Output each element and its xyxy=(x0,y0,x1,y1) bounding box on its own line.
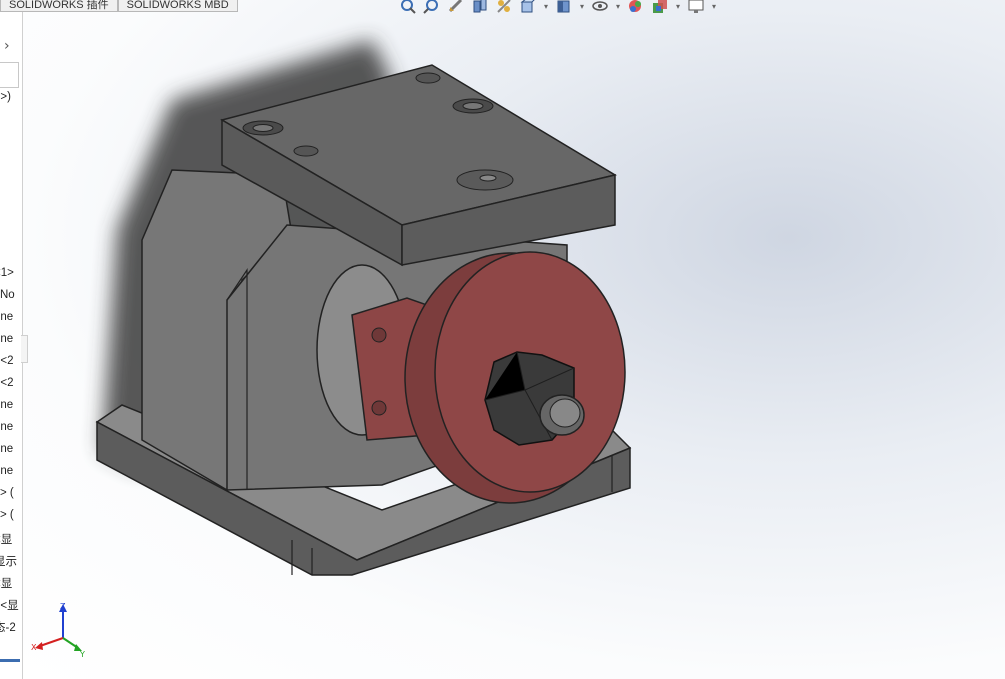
panel-collapse-handle[interactable] xyxy=(21,335,28,363)
hide-show-items-icon[interactable] xyxy=(590,0,610,16)
tree-filter-box[interactable] xyxy=(0,62,19,88)
command-manager-tabs: SOLIDWORKS 插件 SOLIDWORKS MBD xyxy=(0,0,238,12)
tree-row[interactable]: 显示 xyxy=(0,553,17,569)
previous-view-icon[interactable] xyxy=(446,0,466,16)
graphics-viewport[interactable] xyxy=(22,0,1005,679)
reference-triad: Z X Y xyxy=(31,602,85,659)
triad-x-label: X xyxy=(31,643,37,652)
chevron-down-icon[interactable]: ▾ xyxy=(614,0,622,16)
view-orientation-icon[interactable] xyxy=(518,0,538,16)
horizontal-scrollbar[interactable] xyxy=(0,659,20,662)
chevron-down-icon[interactable]: ▾ xyxy=(674,0,682,16)
chevron-down-icon[interactable]: ▾ xyxy=(578,0,586,16)
zoom-to-area-icon[interactable] xyxy=(422,0,442,16)
tree-row[interactable]: <显 xyxy=(0,531,12,547)
tree-row[interactable]: one xyxy=(0,399,13,411)
tree-row[interactable]: e<显 xyxy=(0,597,19,613)
tab-solidworks-addins[interactable]: SOLIDWORKS 插件 xyxy=(0,0,118,12)
tree-row[interactable]: 0<2 xyxy=(0,377,14,389)
tree-row[interactable]: <1> xyxy=(0,267,14,279)
triad-z-label: Z xyxy=(60,602,66,611)
tree-row[interactable]: 1>) xyxy=(0,91,11,103)
3d-model-assembly[interactable] xyxy=(22,0,1005,679)
tree-row[interactable]: one xyxy=(0,333,13,345)
tree-row[interactable]: 态-2 xyxy=(0,619,16,635)
section-view-icon[interactable] xyxy=(470,0,490,16)
tree-row[interactable]: > ( xyxy=(0,509,14,521)
feature-manager-tree-panel: › 1>) <1> No one one 0<2 0<2 one one one… xyxy=(0,0,23,679)
display-style-icon[interactable] xyxy=(554,0,574,16)
tree-row[interactable]: one xyxy=(0,311,13,323)
triad-y-label: Y xyxy=(79,650,85,659)
view-settings-icon[interactable] xyxy=(686,0,706,16)
chevron-down-icon[interactable]: ▾ xyxy=(542,0,550,16)
heads-up-view-toolbar: ▾ ▾ ▾ ▾ ▾ xyxy=(398,0,718,16)
zoom-to-fit-icon[interactable] xyxy=(398,0,418,16)
tree-row[interactable]: <显 xyxy=(0,575,12,591)
tree-row[interactable]: > ( xyxy=(0,487,14,499)
apply-scene-icon[interactable] xyxy=(650,0,670,16)
chevron-down-icon[interactable]: ▾ xyxy=(710,0,718,16)
dynamic-annotation-icon[interactable] xyxy=(494,0,514,16)
chevron-right-icon[interactable]: › xyxy=(4,38,10,54)
tree-row[interactable]: 0<2 xyxy=(0,355,14,367)
tree-row[interactable]: one xyxy=(0,443,13,455)
tree-row[interactable]: one xyxy=(0,421,13,433)
tree-row[interactable]: No xyxy=(0,289,15,301)
tree-row[interactable]: one xyxy=(0,465,13,477)
edit-appearance-icon[interactable] xyxy=(626,0,646,16)
tab-solidworks-mbd[interactable]: SOLIDWORKS MBD xyxy=(117,0,238,12)
